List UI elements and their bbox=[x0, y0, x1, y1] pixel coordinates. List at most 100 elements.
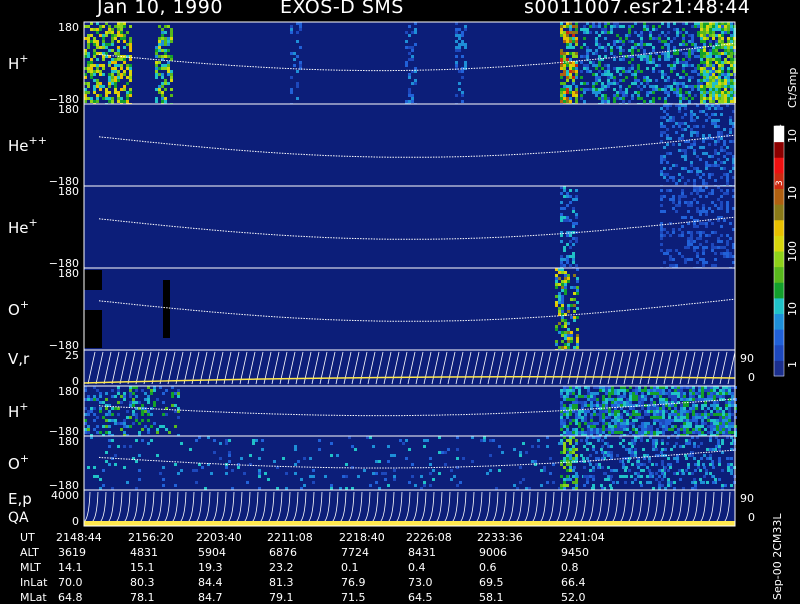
panel-He1 bbox=[83, 185, 736, 270]
ephemeris-cell: 4831 bbox=[130, 546, 158, 559]
colorbar-swatch bbox=[774, 344, 784, 361]
ephemeris-row-MLat: MLat 64.8 78.1 84.7 79.1 71.5 64.5 58.1 52.0 bbox=[0, 591, 760, 604]
panel-O1 bbox=[83, 267, 736, 352]
ephemeris-cell: 9450 bbox=[561, 546, 589, 559]
ephemeris-cell: 79.1 bbox=[269, 591, 294, 604]
ephemeris-cell: 3619 bbox=[58, 546, 86, 559]
ephemeris-cell: 0.8 bbox=[561, 561, 579, 574]
colorbar-swatch bbox=[774, 297, 784, 315]
ephemeris-cell: 2241:04 bbox=[559, 531, 605, 544]
panel-E bbox=[83, 489, 736, 527]
ephemeris-cell: 7724 bbox=[341, 546, 369, 559]
ephemeris-cell: 2203:40 bbox=[196, 531, 242, 544]
axis-tick-label: 0 bbox=[72, 515, 79, 528]
ephemeris-row-label: MLT bbox=[20, 561, 41, 574]
panel-H2 bbox=[83, 385, 737, 437]
colorbar-unit-label: Ct/Smp bbox=[786, 68, 799, 108]
ephemeris-cell: 5904 bbox=[198, 546, 226, 559]
axis-tick-label: 90 bbox=[740, 492, 754, 505]
colorbar-swatch bbox=[774, 157, 784, 174]
colorbar-swatch bbox=[774, 329, 784, 346]
ephemeris-cell: 9006 bbox=[479, 546, 507, 559]
panel-label-V: V,r bbox=[8, 350, 30, 368]
colorbar-swatch bbox=[774, 282, 784, 299]
panel-O2 bbox=[83, 435, 736, 491]
ephemeris-row-label: UT bbox=[20, 531, 35, 544]
ephemeris-cell: 8431 bbox=[408, 546, 436, 559]
colorbar-tick-label: 4 bbox=[775, 124, 785, 130]
colorbar-swatch bbox=[774, 204, 784, 221]
ephemeris-cell: 71.5 bbox=[341, 591, 366, 604]
panel-label-E: E,p bbox=[8, 490, 32, 508]
ephemeris-cell: 2211:08 bbox=[267, 531, 313, 544]
colorbar-swatch bbox=[774, 219, 784, 236]
colorbar-swatch bbox=[774, 360, 784, 377]
axis-tick-label: 90 bbox=[740, 352, 754, 365]
ephemeris-cell: 52.0 bbox=[561, 591, 586, 604]
ephemeris-row-ALT: ALT 3619 4831 5904 6876 7724 8431 9006 9450 bbox=[0, 546, 760, 559]
ephemeris-cell: 73.0 bbox=[408, 576, 433, 589]
colorbar-tick-label: 10 bbox=[786, 302, 799, 316]
colorbar-swatch bbox=[774, 235, 784, 252]
ephemeris-cell: 2148:44 bbox=[56, 531, 102, 544]
ephemeris-cell: 84.4 bbox=[198, 576, 223, 589]
panel-He2 bbox=[83, 103, 736, 188]
ephemeris-cell: 0.1 bbox=[341, 561, 359, 574]
panel-label-He1: He+ bbox=[8, 216, 38, 237]
colorbar-swatch bbox=[774, 141, 784, 158]
panel-label-QA: QA bbox=[8, 510, 29, 526]
panel-label-He2: He++ bbox=[8, 134, 47, 155]
panel-label-O2: O+ bbox=[8, 452, 29, 473]
footer-side-text: Sep-00 2CM33L bbox=[771, 513, 784, 601]
axis-tick-label: 0 bbox=[748, 511, 755, 524]
ephemeris-row-InLat: InLat 70.0 80.3 84.4 81.3 76.9 73.0 69.5 66.4 bbox=[0, 576, 760, 589]
ephemeris-cell: 66.4 bbox=[561, 576, 586, 589]
ephemeris-cell: 0.4 bbox=[408, 561, 426, 574]
axis-tick-label: 0 bbox=[748, 371, 755, 384]
colorbar-tick-label: 10 bbox=[786, 129, 799, 143]
colorbar-swatch bbox=[774, 188, 784, 205]
ephemeris-cell: 64.8 bbox=[58, 591, 83, 604]
colorbar-tick-label: 3 bbox=[775, 180, 785, 186]
ephemeris-cell: 2226:08 bbox=[406, 531, 452, 544]
axis-tick-label: 180 bbox=[58, 21, 79, 34]
spectrogram-figure: H+180−180He++180−180He+180−180O+180−180V… bbox=[8, 21, 799, 528]
ephemeris-row-label: InLat bbox=[20, 576, 48, 589]
ephemeris-cell: 15.1 bbox=[130, 561, 155, 574]
ephemeris-cell: 58.1 bbox=[479, 591, 504, 604]
colorbar-swatch bbox=[774, 251, 784, 268]
ephemeris-cell: 84.7 bbox=[198, 591, 223, 604]
ephemeris-cell: 19.3 bbox=[198, 561, 223, 574]
axis-tick-label: 25 bbox=[65, 349, 79, 362]
axis-tick-label: 180 bbox=[58, 103, 79, 116]
axis-tick-label: 180 bbox=[58, 435, 79, 448]
colorbar-swatch bbox=[774, 266, 784, 283]
ephemeris-row-UT: UT 2148:44 2156:20 2203:40 2211:08 2218:40 222… bbox=[0, 531, 760, 544]
ephemeris-cell: 2156:20 bbox=[128, 531, 174, 544]
ephemeris-row-MLT: MLT 14.1 15.1 19.3 23.2 0.1 0.4 0.6 0.8 bbox=[0, 561, 760, 574]
colorbar-swatch bbox=[774, 313, 784, 330]
axis-tick-label: 180 bbox=[58, 267, 79, 280]
axis-tick-label: 180 bbox=[58, 185, 79, 198]
colorbar-tick-label: 1 bbox=[786, 361, 799, 368]
ephemeris-cell: 64.5 bbox=[408, 591, 433, 604]
axis-tick-label: 4000 bbox=[51, 489, 79, 502]
ephemeris-cell: 78.1 bbox=[130, 591, 155, 604]
panel-label-H1: H+ bbox=[8, 52, 29, 73]
ephemeris-cell: 0.6 bbox=[479, 561, 497, 574]
ephemeris-cell: 69.5 bbox=[479, 576, 504, 589]
colorbar-tick-label: 10 bbox=[786, 186, 799, 200]
ephemeris-cell: 76.9 bbox=[341, 576, 366, 589]
panel-V bbox=[83, 349, 736, 387]
ephemeris-cell: 23.2 bbox=[269, 561, 294, 574]
ephemeris-row-label: ALT bbox=[20, 546, 39, 559]
ephemeris-cell: 80.3 bbox=[130, 576, 155, 589]
ephemeris-cell: 70.0 bbox=[58, 576, 83, 589]
panel-label-O1: O+ bbox=[8, 298, 29, 319]
axis-tick-label: 180 bbox=[58, 385, 79, 398]
ephemeris-cell: 14.1 bbox=[58, 561, 83, 574]
colorbar-tick-label: 100 bbox=[786, 241, 799, 262]
panel-H1 bbox=[83, 21, 736, 106]
ephemeris-cell: 2218:40 bbox=[339, 531, 385, 544]
panel-label-H2: H+ bbox=[8, 400, 29, 421]
